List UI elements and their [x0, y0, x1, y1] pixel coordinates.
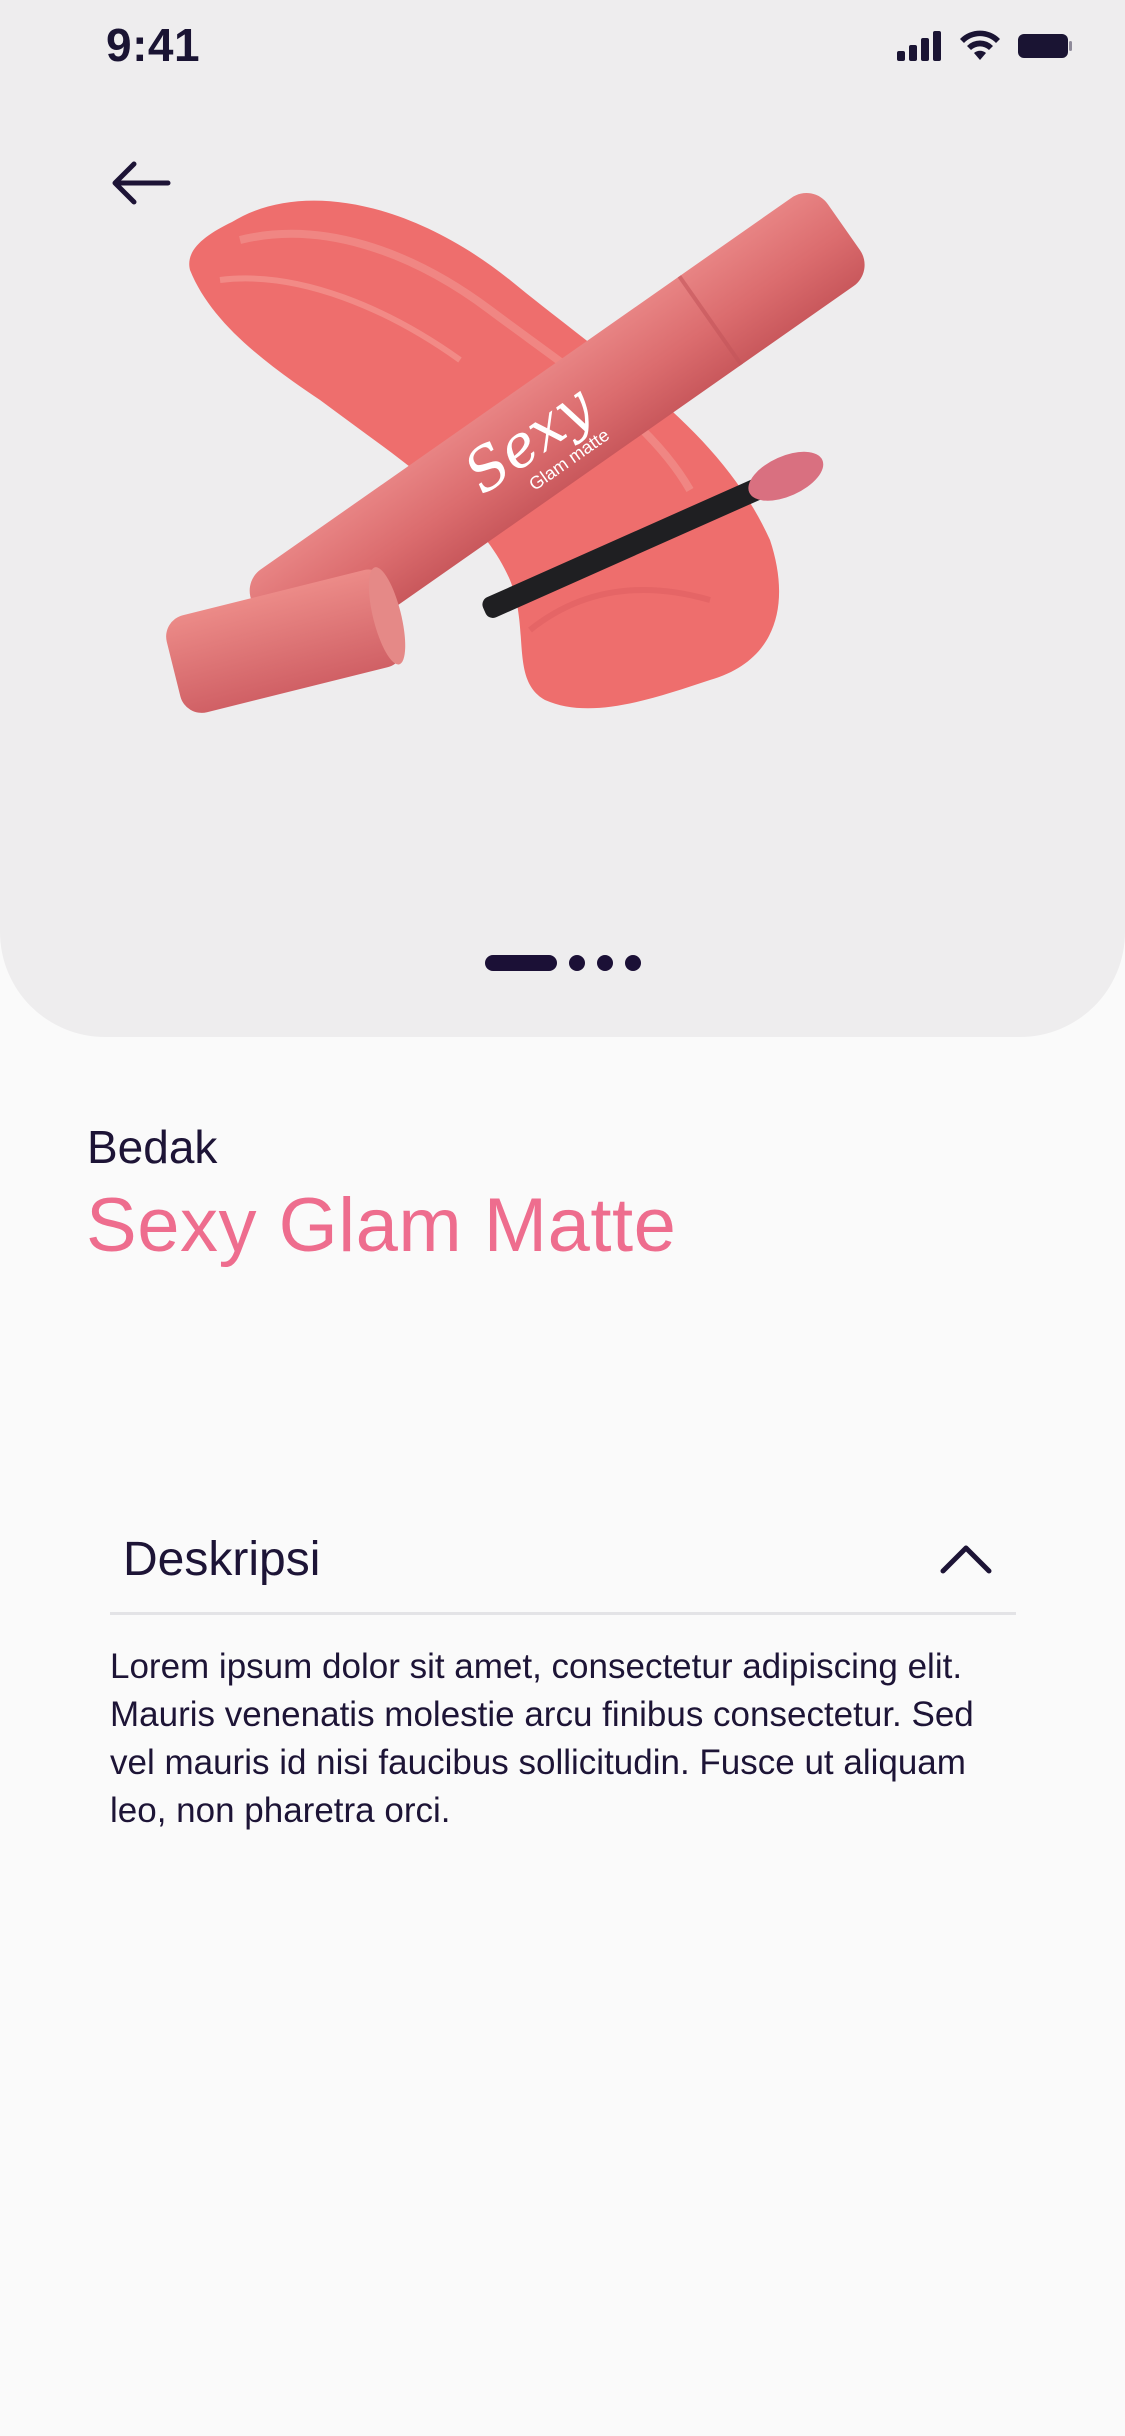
status-time: 9:41	[106, 19, 201, 71]
pager-dot-active[interactable]	[484, 955, 557, 971]
wifi-icon	[959, 30, 1001, 67]
status-icons	[897, 30, 1073, 67]
product-title: Sexy Glam Matte	[86, 1183, 677, 1268]
product-hero: 9:41 Sexy Glam matte	[0, 0, 1125, 1037]
image-pager	[0, 955, 1125, 971]
pager-dot[interactable]	[596, 955, 613, 971]
battery-icon	[1017, 32, 1073, 65]
product-image: Sexy Glam matte	[150, 160, 980, 860]
status-bar: 9:41	[0, 0, 1125, 100]
chevron-up-icon[interactable]	[936, 1534, 996, 1584]
description-accordion: Deskripsi Lorem ipsum dolor sit amet, co…	[110, 1512, 1016, 1835]
lip-cream-illustration: Sexy Glam matte	[166, 193, 865, 713]
product-detail-screen: 9:41 Sexy Glam matte Bedak Sexy Glam Mat…	[0, 0, 1125, 2436]
pager-dot[interactable]	[624, 955, 641, 971]
description-accordion-header[interactable]: Deskripsi	[110, 1512, 1016, 1615]
pager-dot[interactable]	[568, 955, 585, 971]
product-category: Bedak	[87, 1121, 218, 1173]
description-text: Lorem ipsum dolor sit amet, consectetur …	[110, 1647, 974, 1830]
signal-icon	[897, 31, 943, 66]
description-title: Deskripsi	[123, 1533, 321, 1586]
